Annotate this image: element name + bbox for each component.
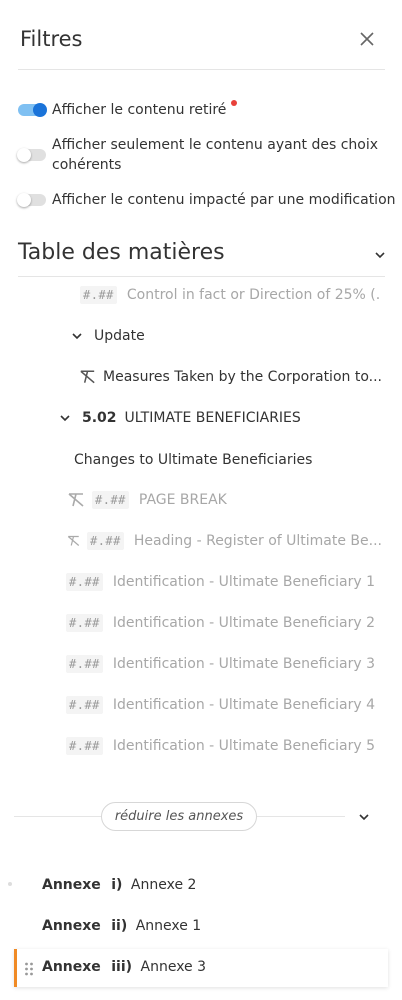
annex-item-label: Annexe iii) Annexe 3 [42, 959, 206, 975]
scroll-indicator [8, 882, 12, 886]
annex-prefix: Annexe [42, 918, 101, 934]
chevron-down-icon[interactable] [373, 248, 387, 262]
annex-divider-right [257, 816, 345, 817]
toc-item-label: Identification - Ultimate Beneficiary 3 [112, 656, 376, 672]
toc-item[interactable]: #.## PAGE BREAK [66, 490, 382, 510]
panel-title: Filtres [20, 27, 83, 51]
section-number-badge: #.## [92, 491, 129, 509]
toc-item-label: Identification - Ultimate Beneficiary 5 [112, 738, 376, 754]
toc-item-label: PAGE BREAK [138, 492, 227, 508]
drag-handle-icon[interactable] [24, 961, 34, 977]
annex-prefix: Annexe [42, 877, 101, 893]
toc-item-label: Measures Taken by the Corporation to... [103, 369, 382, 385]
toc-item-section[interactable]: 5.02 ULTIMATE BENEFICIARIES [58, 408, 358, 428]
toc-item-label: Identification - Ultimate Beneficiary 4 [112, 697, 376, 713]
section-number: 5.02 [82, 410, 117, 426]
section-number-badge: #.## [66, 696, 103, 714]
toc-item[interactable]: #.## Identification - Ultimate Beneficia… [66, 654, 382, 674]
toc-item-label: Update [94, 328, 145, 344]
toc-item-label: Control in fact or Direction of 25% (... [126, 287, 380, 303]
close-icon[interactable] [356, 28, 378, 50]
section-number-badge: #.## [66, 573, 103, 591]
toggle-impacted-content[interactable] [17, 193, 46, 207]
section-number-badge: #.## [66, 614, 103, 632]
annex-numeral: i) [111, 877, 123, 893]
filter-consistent-choices: Afficher seulement le contenu ayant des … [17, 135, 379, 175]
filter-show-removed: Afficher le contenu retiré [18, 100, 238, 120]
filter-label: Afficher le contenu retiré [52, 102, 227, 118]
filter-label-line2: cohérents [52, 157, 122, 173]
annex-numeral: iii) [111, 959, 133, 975]
toc-item[interactable]: #.## Control in fact or Direction of 25%… [80, 285, 380, 305]
toggle-show-removed[interactable] [18, 103, 47, 117]
annex-item[interactable]: Annexe i) Annexe 2 [42, 877, 196, 893]
notification-dot-icon [231, 100, 238, 106]
annex-name: Annexe 2 [130, 877, 197, 893]
annex-name: Annexe 1 [135, 918, 202, 934]
chevron-down-icon[interactable] [70, 329, 84, 343]
toc-item-label: Heading - Register of Ultimate Be... [133, 533, 382, 549]
toc-item[interactable]: #.## Identification - Ultimate Beneficia… [66, 613, 382, 633]
filter-label: Afficher le contenu impacté par une modi… [52, 192, 396, 208]
toc-item[interactable]: Changes to Ultimate Beneficiaries [74, 450, 374, 470]
toc-item-update[interactable]: Update [70, 326, 370, 346]
formatting-clear-icon [68, 493, 84, 507]
collapse-annexes-button[interactable]: réduire les annexes [101, 802, 257, 831]
toc-item-label: Identification - Ultimate Beneficiary 1 [112, 574, 376, 590]
section-number-badge: #.## [66, 737, 103, 755]
chevron-down-icon[interactable] [357, 810, 371, 824]
filter-impacted-content: Afficher le contenu impacté par une modi… [17, 190, 396, 210]
annex-numeral: ii) [111, 918, 128, 934]
annex-prefix: Annexe [42, 959, 101, 975]
toc-item[interactable]: Measures Taken by the Corporation to... [78, 367, 382, 387]
toc-item-label: Changes to Ultimate Beneficiaries [74, 452, 313, 468]
toc-item[interactable]: #.## Identification - Ultimate Beneficia… [66, 736, 382, 756]
formatting-clear-icon [67, 535, 80, 546]
toc-item[interactable]: #.## Identification - Ultimate Beneficia… [66, 572, 382, 592]
toggle-consistent-choices[interactable] [17, 148, 46, 162]
formatting-clear-icon [80, 370, 95, 384]
section-number-badge: #.## [86, 532, 124, 550]
toc-divider [18, 276, 385, 277]
section-number-badge: #.## [66, 655, 103, 673]
annex-divider-left [14, 816, 101, 817]
toc-item[interactable]: #.## Heading - Register of Ultimate Be..… [66, 531, 382, 551]
toc-item-label: ULTIMATE BENEFICIARIES [124, 410, 301, 426]
header-divider [18, 69, 385, 70]
section-number-badge: #.## [80, 286, 117, 304]
filter-label-line1: Afficher seulement le contenu ayant des … [52, 137, 379, 153]
annex-name: Annexe 3 [140, 959, 207, 975]
toc-item-label: Identification - Ultimate Beneficiary 2 [112, 615, 376, 631]
toc-title: Table des matières [18, 240, 225, 265]
toc-item[interactable]: #.## Identification - Ultimate Beneficia… [66, 695, 382, 715]
chevron-down-icon[interactable] [58, 411, 72, 425]
annex-item[interactable]: Annexe ii) Annexe 1 [42, 918, 201, 934]
